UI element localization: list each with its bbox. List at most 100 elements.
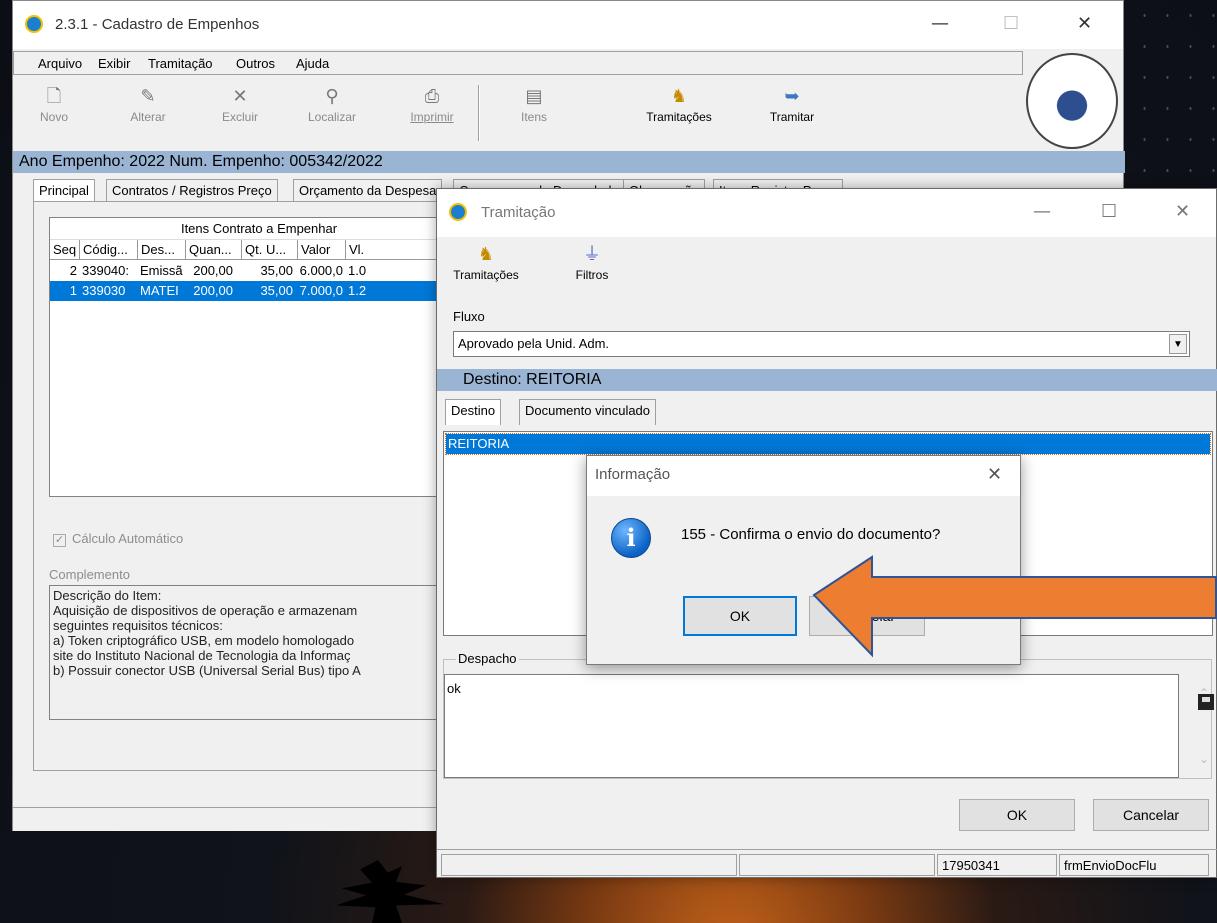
grid-title: Itens Contrato a Empenhar: [50, 218, 468, 240]
routing-icon: ♞: [670, 86, 688, 107]
cancel-button[interactable]: Cancelar: [1093, 799, 1209, 831]
cell: 200,00: [193, 263, 233, 278]
memo-line: site do Instituto Nacional de Tecnologia…: [53, 648, 351, 663]
tramitacao-title-bar: Tramitação — ☐ ✕: [437, 189, 1216, 237]
col-descricao[interactable]: Des...: [138, 240, 186, 260]
info-icon: i: [611, 518, 651, 558]
cell: 2: [69, 263, 77, 278]
complemento-textarea[interactable]: Descrição do Item: Aquisição de disposit…: [49, 585, 469, 720]
cell: 339040:: [82, 263, 129, 278]
cell: Emissã: [140, 263, 183, 278]
col-qt-unit[interactable]: Qt. U...: [242, 240, 298, 260]
dialog-ok-button[interactable]: OK: [683, 596, 797, 636]
close-button[interactable]: ✕: [1175, 201, 1190, 222]
excluir-button[interactable]: ✕ Excluir: [205, 81, 275, 143]
calculo-automatico-checkbox[interactable]: ✓ Cálculo Automático: [53, 531, 183, 547]
ok-button[interactable]: OK: [959, 799, 1075, 831]
despacho-label: Despacho: [456, 651, 519, 666]
title-bar: 2.3.1 - Cadastro de Empenhos — ☐ ✕: [13, 1, 1123, 49]
complemento-label: Complemento: [49, 567, 130, 582]
university-logo: [1026, 53, 1118, 149]
minimize-button[interactable]: —: [1033, 201, 1051, 222]
minimize-button[interactable]: —: [931, 13, 949, 34]
memo-line: b) Possuir conector USB (Universal Seria…: [53, 663, 361, 678]
empenho-info-bar: Ano Empenho: 2022 Num. Empenho: 005342/2…: [13, 151, 1125, 173]
save-icon[interactable]: [1198, 694, 1214, 710]
itens-label: Itens: [520, 110, 547, 124]
menu-arquivo[interactable]: Arquivo: [38, 56, 82, 71]
maximize-button[interactable]: ☐: [1101, 201, 1117, 222]
localizar-button[interactable]: ⚲ Localizar: [297, 81, 367, 143]
list-item-selected[interactable]: REITORIA: [445, 433, 1211, 455]
fluxo-select[interactable]: Aprovado pela Unid. Adm. ▼: [453, 331, 1190, 357]
window-title: 2.3.1 - Cadastro de Empenhos: [55, 16, 260, 33]
cell: 1.0: [348, 263, 367, 278]
cell: 7.000,0: [299, 283, 343, 298]
table-row[interactable]: 2 339040: Emissã 200,00 35,00 6.000,0 1.…: [50, 261, 470, 281]
menu-bar: Arquivo Exibir Tramitação Outros Ajuda: [13, 51, 1023, 75]
excluir-label: Excluir: [221, 110, 258, 124]
col-quantidade[interactable]: Quan...: [186, 240, 242, 260]
memo-line: a) Token criptográfico USB, em modelo ho…: [53, 633, 355, 648]
filtros-label: Filtros: [575, 268, 609, 282]
tab-documento-vinculado[interactable]: Documento vinculado: [519, 399, 657, 425]
table-row-selected[interactable]: 1 339030 MATEI 200,00 35,00 7.000,0 1.2: [50, 281, 470, 301]
status-panel: [441, 854, 737, 876]
maximize-button[interactable]: ☐: [1003, 13, 1019, 34]
toolbar-separator: [478, 85, 480, 141]
col-codigo[interactable]: Códig...: [80, 240, 138, 260]
status-id: 17950341: [937, 854, 1057, 876]
menu-ajuda[interactable]: Ajuda: [296, 56, 329, 71]
tramitacoes-button[interactable]: ♞ Tramitações: [609, 81, 749, 143]
calculo-automatico-label: Cálculo Automático: [72, 531, 184, 546]
dialog-title: Informação: [587, 456, 1020, 496]
tab-destino[interactable]: Destino: [445, 399, 502, 425]
cell: 200,00: [193, 283, 233, 298]
fluxo-value: Aprovado pela Unid. Adm.: [458, 336, 610, 351]
tab-contratos[interactable]: Contratos / Registros Preço: [106, 179, 278, 203]
filter-icon: ⏚: [583, 244, 601, 265]
col-valor[interactable]: Valor: [298, 240, 346, 260]
close-button[interactable]: ✕: [987, 464, 1002, 485]
annotation-arrow: [812, 555, 1217, 658]
tramitacoes-label: Tramitações: [646, 110, 712, 124]
new-document-icon: 🗋: [46, 86, 62, 107]
itens-button[interactable]: ▤ Itens: [499, 81, 569, 143]
cell: 339030: [82, 283, 126, 298]
cell: 35,00: [260, 283, 293, 298]
tramitacoes-button[interactable]: ♞ Tramitações: [451, 241, 521, 303]
cell: MATEI: [140, 283, 179, 298]
chevron-down-icon[interactable]: ▼: [1169, 334, 1187, 354]
despacho-value: ok: [447, 681, 461, 696]
menu-exibir[interactable]: Exibir: [98, 56, 131, 71]
main-toolbar: 🗋 Novo ✎ Alterar ✕ Excluir ⚲ Localizar ⎙ Impr…: [13, 79, 1023, 151]
memo-line: seguintes requisitos técnicos:: [53, 618, 223, 633]
col-seq[interactable]: Seq: [50, 240, 80, 260]
tramitar-label: Tramitar: [769, 110, 815, 124]
menu-tramitacao[interactable]: Tramitação: [148, 56, 213, 71]
tramitacao-title: Tramitação: [481, 204, 556, 221]
destino-bar: Destino: REITORIA: [437, 369, 1217, 391]
arrow-shape: [812, 555, 1217, 658]
tab-principal[interactable]: Principal: [33, 179, 95, 203]
binoculars-icon: ⚲: [325, 86, 339, 107]
send-icon: ➥: [784, 86, 800, 107]
printer-icon: ⎙: [424, 86, 440, 107]
cell: 1.2: [348, 283, 367, 298]
itens-grid[interactable]: Itens Contrato a Empenhar Seq Códig... D…: [49, 217, 470, 497]
menu-outros[interactable]: Outros: [236, 56, 275, 71]
cell: 35,00: [260, 263, 293, 278]
imprimir-button[interactable]: ⎙ Imprimir: [397, 81, 467, 143]
dialog-message: 155 - Confirma o envio do documento?: [681, 526, 941, 543]
filtros-button[interactable]: ⏚ Filtros: [557, 241, 627, 303]
tab-orcamento[interactable]: Orçamento da Despesa: [293, 179, 443, 203]
alterar-button[interactable]: ✎ Alterar: [113, 81, 183, 143]
fluxo-label: Fluxo: [453, 309, 485, 324]
tramitacoes-label: Tramitações: [453, 268, 519, 282]
novo-button[interactable]: 🗋 Novo: [19, 81, 89, 143]
checkbox-checked-icon: ✓: [53, 534, 66, 547]
close-button[interactable]: ✕: [1077, 13, 1092, 34]
alterar-label: Alterar: [130, 110, 166, 124]
tramitar-button[interactable]: ➥ Tramitar: [757, 81, 827, 143]
app-icon: [25, 15, 43, 33]
